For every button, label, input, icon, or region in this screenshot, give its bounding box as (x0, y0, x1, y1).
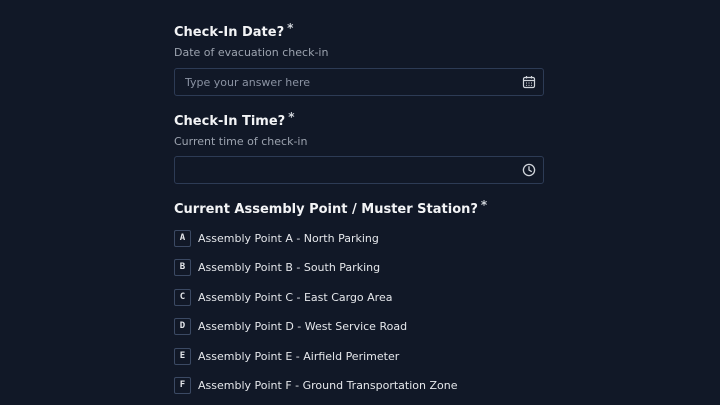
checkin-time-title: Check-In Time? * (174, 110, 295, 129)
checkin-time-description: Current time of check-in (174, 135, 308, 148)
required-asterisk: * (480, 198, 488, 212)
assembly-point-title: Current Assembly Point / Muster Station?… (174, 198, 487, 217)
option-key-badge: E (174, 347, 191, 365)
assembly-point-title-text: Current Assembly Point / Muster Station? (174, 202, 478, 217)
assembly-option-c[interactable]: C Assembly Point C - East Cargo Area (174, 287, 392, 307)
assembly-option-d[interactable]: D Assembly Point D - West Service Road (174, 316, 407, 336)
option-label: Assembly Point F - Ground Transportation… (198, 378, 458, 392)
assembly-option-a[interactable]: A Assembly Point A - North Parking (174, 228, 379, 248)
option-key-badge: A (174, 229, 191, 247)
assembly-option-e[interactable]: E Assembly Point E - Airfield Perimeter (174, 346, 399, 366)
assembly-option-b[interactable]: B Assembly Point B - South Parking (174, 257, 380, 277)
assembly-option-f[interactable]: F Assembly Point F - Ground Transportati… (174, 375, 458, 395)
option-key-badge: D (174, 317, 191, 335)
checkin-date-description: Date of evacuation check-in (174, 46, 329, 59)
checkin-date-title: Check-In Date? * (174, 21, 293, 40)
checkin-time-title-text: Check-In Time? (174, 114, 286, 129)
option-label: Assembly Point A - North Parking (198, 231, 379, 245)
calendar-icon[interactable] (522, 75, 536, 89)
checkin-date-input[interactable] (175, 69, 505, 95)
form-page: Check-In Date? * Date of evacuation check… (0, 0, 720, 405)
option-label: Assembly Point D - West Service Road (198, 319, 408, 333)
checkin-time-field[interactable] (174, 156, 544, 184)
checkin-time-input[interactable] (175, 157, 505, 183)
checkin-date-title-text: Check-In Date? (174, 25, 285, 40)
option-key-badge: F (174, 376, 191, 394)
option-key-badge: C (174, 288, 191, 306)
option-label: Assembly Point B - South Parking (198, 260, 381, 274)
required-asterisk: * (287, 21, 294, 35)
option-label: Assembly Point E - Airfield Perimeter (198, 349, 400, 363)
option-label: Assembly Point C - East Cargo Area (198, 290, 393, 304)
checkin-date-field[interactable] (174, 68, 544, 96)
clock-icon[interactable] (522, 163, 536, 177)
option-key-badge: B (174, 258, 191, 276)
required-asterisk: * (288, 110, 295, 124)
